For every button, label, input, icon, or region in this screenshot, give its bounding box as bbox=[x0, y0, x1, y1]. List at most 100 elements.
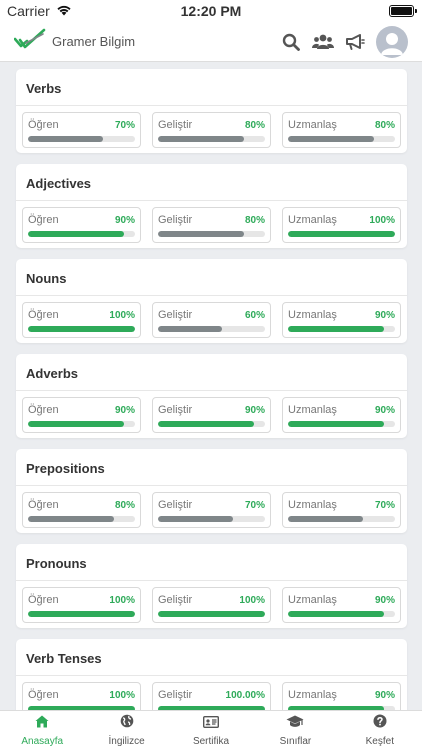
stat-value: 100% bbox=[109, 594, 135, 606]
progress-stat-uzmanlas[interactable]: Uzmanlaş 70% bbox=[282, 492, 401, 528]
category-stats: Öğren 100% Geliştir 100% Uzmanlaş 90% bbox=[16, 581, 407, 628]
progress-track bbox=[28, 326, 135, 332]
home-icon bbox=[35, 715, 49, 733]
category-card-adjectives: Adjectives Öğren 90% Geliştir 80% Uzmanl… bbox=[16, 164, 407, 248]
progress-track bbox=[158, 231, 265, 237]
progress-track bbox=[288, 326, 395, 332]
stat-header: Öğren 70% bbox=[28, 118, 135, 132]
stat-label: Geliştir bbox=[158, 309, 193, 321]
graduation-cap-icon bbox=[286, 715, 304, 733]
progress-stat-uzmanlas[interactable]: Uzmanlaş 80% bbox=[282, 112, 401, 148]
stat-value: 90% bbox=[114, 214, 135, 226]
category-card-verb-tenses: Verb Tenses Öğren 100% Geliştir 100.00% … bbox=[16, 639, 407, 710]
category-title: Nouns bbox=[16, 259, 407, 296]
category-title: Verb Tenses bbox=[16, 639, 407, 676]
progress-fill bbox=[288, 516, 363, 522]
category-title: Adjectives bbox=[16, 164, 407, 201]
category-title: Adverbs bbox=[16, 354, 407, 391]
progress-stat-uzmanlas[interactable]: Uzmanlaş 90% bbox=[282, 587, 401, 623]
progress-fill bbox=[158, 516, 233, 522]
progress-track bbox=[288, 516, 395, 522]
users-icon[interactable] bbox=[312, 31, 334, 53]
progress-stat-gelistir[interactable]: Geliştir 90% bbox=[152, 397, 271, 433]
app-header: Gramer Bilgim bbox=[0, 22, 422, 62]
tab-label: Sınıflar bbox=[279, 735, 312, 747]
stat-label: Geliştir bbox=[158, 214, 193, 226]
tab-sertifika[interactable]: Sertifika bbox=[169, 711, 253, 750]
progress-stat-uzmanlas[interactable]: Uzmanlaş 90% bbox=[282, 302, 401, 338]
stat-value: 80% bbox=[374, 119, 395, 131]
tab-label: Keşfet bbox=[365, 736, 394, 747]
progress-fill bbox=[288, 136, 374, 142]
stat-header: Uzmanlaş 90% bbox=[288, 688, 395, 702]
stat-value: 80% bbox=[244, 119, 265, 131]
progress-stat-ogren[interactable]: Öğren 90% bbox=[22, 397, 141, 433]
stat-value: 60% bbox=[244, 309, 265, 321]
progress-fill bbox=[158, 231, 244, 237]
progress-stat-ogren[interactable]: Öğren 80% bbox=[22, 492, 141, 528]
progress-stat-gelistir[interactable]: Geliştir 60% bbox=[152, 302, 271, 338]
stat-label: Uzmanlaş bbox=[288, 689, 337, 701]
progress-stat-ogren[interactable]: Öğren 90% bbox=[22, 207, 141, 243]
progress-fill bbox=[28, 231, 125, 237]
stat-value: 90% bbox=[374, 689, 395, 701]
tab-label: Anasayfa bbox=[21, 735, 64, 747]
category-card-nouns: Nouns Öğren 100% Geliştir 60% Uzmanlaş 9… bbox=[16, 259, 407, 343]
progress-track bbox=[28, 611, 135, 617]
stat-value: 90% bbox=[374, 404, 395, 416]
category-title: Verbs bbox=[16, 69, 407, 106]
progress-fill bbox=[28, 611, 135, 617]
stat-label: Uzmanlaş bbox=[288, 119, 337, 131]
stat-header: Öğren 100% bbox=[28, 688, 135, 702]
tab-kesfet[interactable]: Keşfet bbox=[338, 711, 422, 750]
progress-track bbox=[28, 516, 135, 522]
progress-stat-uzmanlas[interactable]: Uzmanlaş 90% bbox=[282, 397, 401, 433]
progress-fill bbox=[28, 326, 135, 332]
stat-value: 70% bbox=[374, 499, 395, 511]
progress-stat-gelistir[interactable]: Geliştir 80% bbox=[152, 207, 271, 243]
progress-stat-uzmanlas[interactable]: Uzmanlaş 100% bbox=[282, 207, 401, 243]
progress-stat-ogren[interactable]: Öğren 100% bbox=[22, 682, 141, 710]
search-icon[interactable] bbox=[280, 31, 302, 53]
progress-stat-gelistir[interactable]: Geliştir 80% bbox=[152, 112, 271, 148]
stat-header: Öğren 100% bbox=[28, 308, 135, 322]
progress-fill bbox=[158, 326, 223, 332]
progress-stat-gelistir[interactable]: Geliştir 100% bbox=[152, 587, 271, 623]
stat-label: Geliştir bbox=[158, 119, 193, 131]
tab-siniflar[interactable]: Sınıflar bbox=[253, 711, 337, 750]
progress-fill bbox=[158, 421, 255, 427]
tab-ingilizce[interactable]: İngilizce bbox=[84, 711, 168, 750]
category-card-prepositions: Prepositions Öğren 80% Geliştir 70% Uzma… bbox=[16, 449, 407, 533]
stat-header: Öğren 90% bbox=[28, 213, 135, 227]
stat-value: 100.00% bbox=[225, 689, 265, 701]
avatar[interactable] bbox=[376, 25, 408, 58]
stat-label: Öğren bbox=[28, 119, 59, 131]
app-name: Gramer Bilgim bbox=[52, 34, 136, 49]
certificate-icon bbox=[203, 715, 220, 733]
status-bar: Carrier 12:20 PM bbox=[0, 0, 422, 22]
progress-stat-ogren[interactable]: Öğren 100% bbox=[22, 302, 141, 338]
stat-header: Uzmanlaş 90% bbox=[288, 403, 395, 417]
megaphone-icon[interactable] bbox=[344, 31, 366, 53]
wifi-icon bbox=[56, 3, 72, 19]
stat-header: Uzmanlaş 90% bbox=[288, 593, 395, 607]
progress-track bbox=[158, 326, 265, 332]
progress-track bbox=[28, 231, 135, 237]
category-stats: Öğren 90% Geliştir 80% Uzmanlaş 100% bbox=[16, 201, 407, 248]
progress-stat-gelistir[interactable]: Geliştir 70% bbox=[152, 492, 271, 528]
progress-stat-gelistir[interactable]: Geliştir 100.00% bbox=[152, 682, 271, 710]
progress-track bbox=[288, 231, 395, 237]
stat-value: 100% bbox=[239, 594, 265, 606]
stat-header: Uzmanlaş 80% bbox=[288, 118, 395, 132]
progress-stat-ogren[interactable]: Öğren 100% bbox=[22, 587, 141, 623]
stat-header: Uzmanlaş 90% bbox=[288, 308, 395, 322]
progress-stat-uzmanlas[interactable]: Uzmanlaş 90% bbox=[282, 682, 401, 710]
stat-value: 80% bbox=[244, 214, 265, 226]
progress-stat-ogren[interactable]: Öğren 70% bbox=[22, 112, 141, 148]
app-logo: Gramer Bilgim bbox=[13, 28, 136, 55]
tab-anasayfa[interactable]: Anasayfa bbox=[0, 711, 84, 750]
stat-value: 90% bbox=[244, 404, 265, 416]
stat-value: 90% bbox=[114, 404, 135, 416]
checkmark-logo-icon bbox=[13, 28, 46, 55]
stat-label: Öğren bbox=[28, 689, 59, 701]
